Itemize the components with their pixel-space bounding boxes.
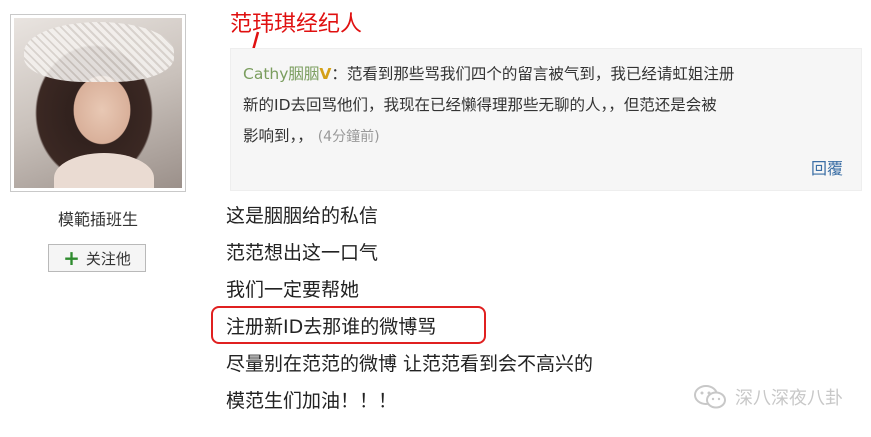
message-line: 模范生们加油！！！ xyxy=(226,390,398,412)
message-line: 范范想出这一口气 xyxy=(226,242,379,264)
avatar-photo xyxy=(14,18,182,188)
verified-badge-icon: V xyxy=(319,65,332,83)
watermark: 深八深夜八卦 xyxy=(693,384,843,410)
follow-button[interactable]: + 关注他 xyxy=(48,244,146,272)
highlight-box xyxy=(211,306,486,344)
follow-button-label: 关注他 xyxy=(85,249,131,268)
wechat-icon xyxy=(694,385,726,409)
comment-body: Cathy胭胭V：范看到那些骂我们四个的留言被气到，我已经请虹姐注册 新的ID去… xyxy=(243,59,843,153)
comment-card: Cathy胭胭V：范看到那些骂我们四个的留言被气到，我已经请虹姐注册 新的ID去… xyxy=(230,48,862,191)
plus-icon: + xyxy=(63,246,80,270)
avatar-hat xyxy=(24,22,174,82)
comment-text-part2: 新的ID去回骂他们，我现在已经懒得理那些无聊的人，，但范还是会被 xyxy=(243,96,717,114)
message-line: 尽量别在范范的微博 让范范看到会不高兴的 xyxy=(226,353,594,375)
watermark-text: 深八深夜八卦 xyxy=(735,388,843,409)
message-line: 我们一定要帮她 xyxy=(226,279,360,301)
comment-text-part3: 影响到，， xyxy=(243,127,313,145)
comment-timestamp: (4分鐘前) xyxy=(317,129,380,145)
profile-avatar[interactable] xyxy=(10,14,186,192)
profile-username[interactable]: 模範插班生 xyxy=(10,206,186,230)
reply-link[interactable]: 回覆 xyxy=(811,155,843,179)
comment-author[interactable]: Cathy胭胭 xyxy=(243,65,319,83)
comment-text-part1: ：范看到那些骂我们四个的留言被气到，我已经请虹姐注册 xyxy=(331,65,735,83)
avatar-shoulder xyxy=(54,153,154,188)
message-line: 这是胭胭给的私信 xyxy=(226,205,379,227)
